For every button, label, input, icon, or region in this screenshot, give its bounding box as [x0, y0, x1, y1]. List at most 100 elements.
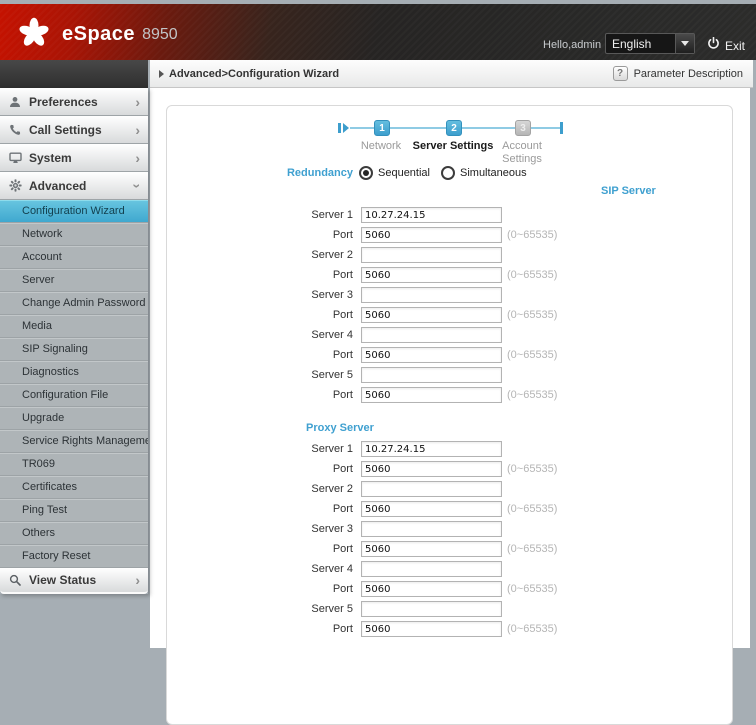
sidebar-item-label: Advanced: [29, 178, 87, 193]
help-icon[interactable]: ?: [612, 66, 628, 81]
sip-server5-input[interactable]: [361, 367, 502, 383]
header: eSpace 8950 Hello,admin English Exit: [0, 4, 756, 60]
form-row: Port (0~65535): [167, 621, 732, 637]
logo: eSpace 8950: [16, 14, 178, 55]
redundancy-row: Redundancy Sequential Simultaneous: [167, 166, 732, 182]
sidebar-item-view-status[interactable]: View Status: [0, 568, 148, 594]
port-range-hint: (0~65535): [507, 349, 558, 361]
sidebar-item-sip-signaling[interactable]: SIP Signaling: [0, 338, 148, 361]
sip-server1-input[interactable]: [361, 207, 502, 223]
chevron-down-icon: [133, 183, 143, 188]
wizard-step-3[interactable]: 3: [515, 120, 531, 136]
radio-sequential[interactable]: Sequential: [359, 166, 430, 180]
form-row: Port (0~65535): [167, 267, 732, 283]
product-name: eSpace: [62, 23, 136, 45]
sidebar-item-system[interactable]: System: [0, 144, 148, 172]
sip-port2-input[interactable]: [361, 267, 502, 283]
port-range-hint: (0~65535): [507, 229, 558, 241]
language-select[interactable]: English: [605, 33, 695, 54]
proxy-port4-input[interactable]: [361, 581, 502, 597]
proxy-port3-input[interactable]: [361, 541, 502, 557]
sidebar-item-label: Preferences: [29, 94, 98, 109]
phone-icon: [8, 124, 22, 136]
magnifier-icon: [8, 574, 22, 586]
exit-label: Exit: [725, 39, 746, 53]
form-row: Server 3: [167, 521, 732, 537]
espace-flower-logo-icon: [16, 14, 52, 55]
parameter-description-button[interactable]: ? Parameter Description: [612, 66, 753, 81]
sidebar-item-server[interactable]: Server: [0, 269, 148, 292]
proxy-server4-input[interactable]: [361, 561, 502, 577]
breadcrumb-bar: Advanced>Configuration Wizard ? Paramete…: [150, 60, 753, 88]
person-icon: [8, 96, 22, 108]
sidebar-item-change-admin-password[interactable]: Change Admin Password: [0, 292, 148, 315]
sidebar-item-media[interactable]: Media: [0, 315, 148, 338]
port-range-hint: (0~65535): [507, 389, 558, 401]
sip-server3-input[interactable]: [361, 287, 502, 303]
form-row: Port (0~65535): [167, 501, 732, 517]
dropdown-arrow-icon[interactable]: [675, 34, 694, 53]
step-label-server-settings: Server Settings: [412, 140, 494, 152]
sidebar-item-account[interactable]: Account: [0, 246, 148, 269]
sidebar-item-ping-test[interactable]: Ping Test: [0, 499, 148, 522]
radio-circle-checked-icon: [359, 166, 373, 180]
proxy-server5-input[interactable]: [361, 601, 502, 617]
sidebar-item-certificates[interactable]: Certificates: [0, 476, 148, 499]
sidebar-item-tr069[interactable]: TR069: [0, 453, 148, 476]
form-row: Server 5: [167, 367, 732, 383]
form-row: Server 1: [167, 441, 732, 457]
proxy-server2-input[interactable]: [361, 481, 502, 497]
sidebar-item-upgrade[interactable]: Upgrade: [0, 407, 148, 430]
proxy-port5-input[interactable]: [361, 621, 502, 637]
port-range-hint: (0~65535): [507, 269, 558, 281]
sidebar-item-configuration-wizard[interactable]: Configuration Wizard: [0, 200, 148, 223]
content-area: 1 2 3 Network Server Settings Account Se…: [150, 88, 750, 725]
proxy-server3-input[interactable]: [361, 521, 502, 537]
sidebar-item-call-settings[interactable]: Call Settings: [0, 116, 148, 144]
redundancy-label: Redundancy: [286, 167, 353, 179]
form-row: Server 2: [167, 481, 732, 497]
wizard-step-2[interactable]: 2: [446, 120, 462, 136]
radio-simultaneous[interactable]: Simultaneous: [441, 166, 527, 180]
sidebar-item-others[interactable]: Others: [0, 522, 148, 545]
form-row: Server 1: [167, 207, 732, 223]
sip-port3-input[interactable]: [361, 307, 502, 323]
sidebar-item-service-rights-management[interactable]: Service Rights Management: [0, 430, 148, 453]
sidebar: Preferences Call Settings System: [0, 88, 148, 594]
language-value: English: [612, 36, 652, 51]
sidebar-top-cap: [0, 60, 148, 88]
proxy-port1-input[interactable]: [361, 461, 502, 477]
step-label-account-settings: Account Settings: [502, 140, 542, 165]
sidebar-item-factory-reset[interactable]: Factory Reset: [0, 545, 148, 568]
breadcrumb-arrow-icon: [159, 69, 164, 78]
proxy-port2-input[interactable]: [361, 501, 502, 517]
wizard-step-1[interactable]: 1: [374, 120, 390, 136]
sidebar-item-advanced[interactable]: Advanced: [0, 172, 148, 200]
sip-port5-input[interactable]: [361, 387, 502, 403]
port-range-hint: (0~65535): [507, 503, 558, 515]
sidebar-item-diagnostics[interactable]: Diagnostics: [0, 361, 148, 384]
form-row: Port (0~65535): [167, 581, 732, 597]
sidebar-item-configuration-file[interactable]: Configuration File: [0, 384, 148, 407]
form-row: Server 2: [167, 247, 732, 263]
sip-server2-input[interactable]: [361, 247, 502, 263]
proxy-server1-input[interactable]: [361, 441, 502, 457]
sip-port1-input[interactable]: [361, 227, 502, 243]
exit-button[interactable]: Exit: [707, 36, 746, 55]
sip-port4-input[interactable]: [361, 347, 502, 363]
form-row: Port (0~65535): [167, 227, 732, 243]
port-range-hint: (0~65535): [507, 623, 558, 635]
sip-server4-input[interactable]: [361, 327, 502, 343]
port-range-hint: (0~65535): [507, 463, 558, 475]
monitor-icon: [8, 152, 22, 164]
form-row: Server 5: [167, 601, 732, 617]
chevron-right-icon: [135, 153, 140, 163]
sidebar-item-network[interactable]: Network: [0, 223, 148, 246]
sidebar-item-label: System: [29, 150, 72, 165]
chevron-right-icon: [135, 575, 140, 585]
product-model: 8950: [142, 25, 178, 43]
form-row: Port (0~65535): [167, 307, 732, 323]
form-row: Port (0~65535): [167, 387, 732, 403]
port-range-hint: (0~65535): [507, 543, 558, 555]
sidebar-item-preferences[interactable]: Preferences: [0, 88, 148, 116]
